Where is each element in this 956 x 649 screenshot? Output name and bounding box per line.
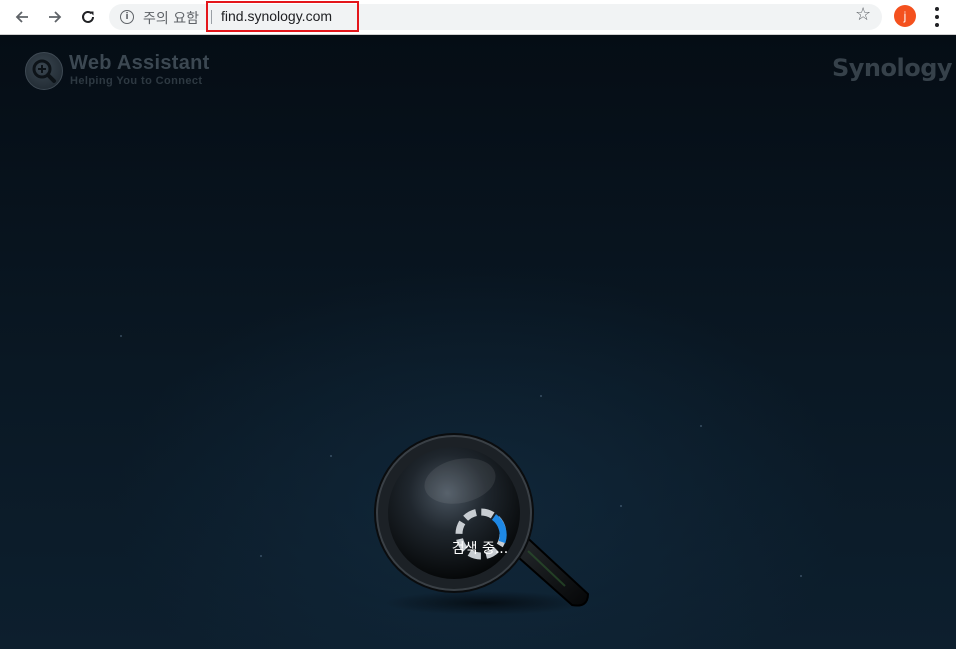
searching-magnifier-icon [374,433,590,615]
arrow-right-icon [49,11,62,23]
bookmark-star-icon[interactable]: ☆ [855,6,871,24]
web-assistant-logo-icon [25,52,63,90]
profile-avatar[interactable]: j [894,5,916,27]
arrow-left-icon [15,11,28,23]
background-particle [260,555,262,557]
reload-icon [82,10,94,23]
reload-button[interactable] [77,6,99,28]
background-particle [800,575,802,577]
background-particle [700,425,702,427]
logo-title: Web Assistant [69,52,210,74]
logo-subtitle: Helping You to Connect [70,75,203,87]
forward-button[interactable] [44,6,66,28]
browser-toolbar: i 주의 요함 find.synology.com ☆ j [0,0,956,35]
back-button[interactable] [11,6,33,28]
synology-brand-logo: Synology [832,54,953,82]
info-icon[interactable]: i [120,10,134,24]
web-assistant-page: Web Assistant Helping You to Connect Syn… [0,35,956,649]
more-vert-icon[interactable] [928,7,946,27]
url-text[interactable]: find.synology.com [221,8,332,24]
background-particle [620,505,622,507]
security-label[interactable]: 주의 요함 [143,8,199,28]
background-particle [120,335,122,337]
magnifier-plus-icon [32,59,56,83]
searching-status-text: 검색 중... [451,541,509,557]
background-particle [330,455,332,457]
